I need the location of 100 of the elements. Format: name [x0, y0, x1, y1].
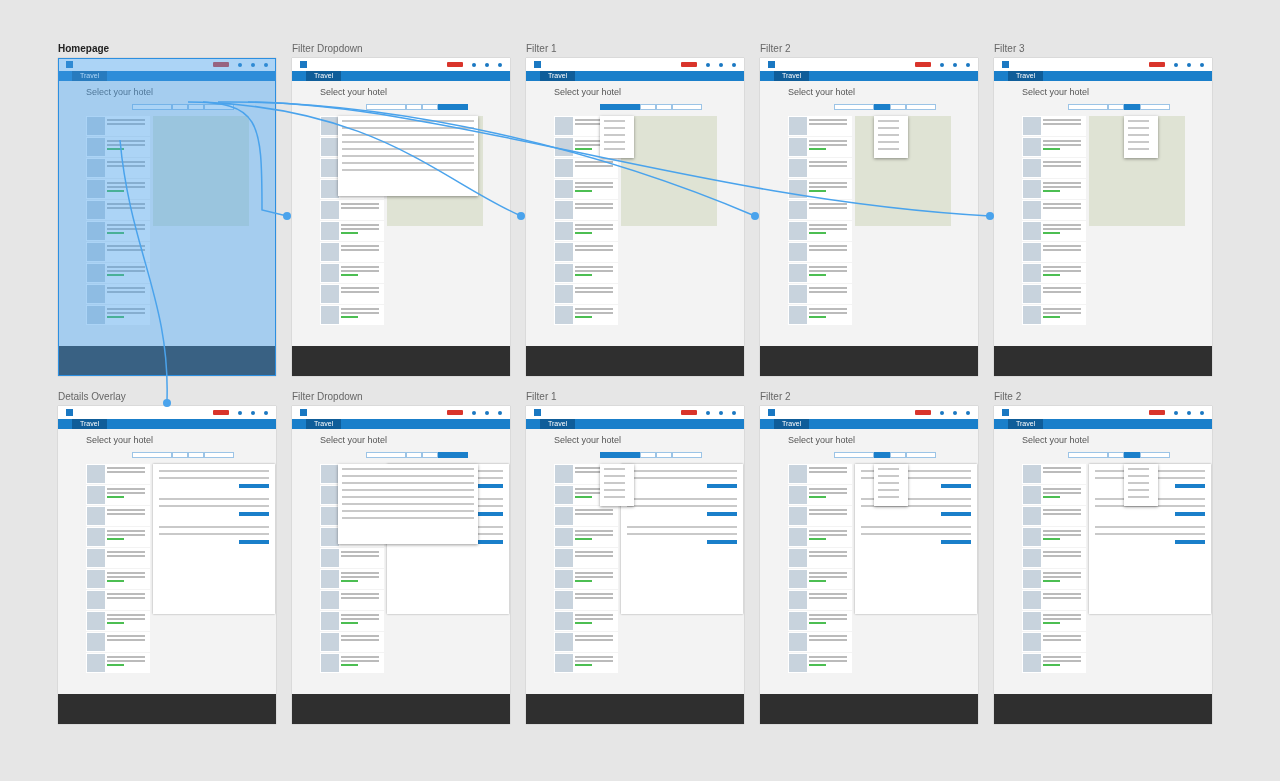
filter-button[interactable]: [874, 452, 890, 458]
hotel-card[interactable]: [86, 653, 150, 673]
hotel-card[interactable]: [86, 527, 150, 547]
filter-button[interactable]: [1108, 452, 1124, 458]
dot-icon[interactable]: [940, 410, 944, 415]
hotel-card[interactable]: [1022, 137, 1086, 157]
artboard-title[interactable]: Filte 2: [994, 390, 1212, 404]
hotel-card[interactable]: [788, 611, 852, 631]
hotel-card[interactable]: [1022, 611, 1086, 631]
dot-icon[interactable]: [966, 62, 970, 67]
filter-dropdown-panel[interactable]: [338, 116, 478, 196]
filter-button[interactable]: [640, 452, 656, 458]
hotel-card[interactable]: [86, 116, 150, 136]
hotel-card[interactable]: [554, 158, 618, 178]
artboard-title[interactable]: Details Overlay: [58, 390, 276, 404]
hotel-card[interactable]: [1022, 179, 1086, 199]
filter-button[interactable]: [672, 104, 702, 110]
hotel-card[interactable]: [1022, 590, 1086, 610]
hotel-card[interactable]: [320, 305, 384, 325]
hotel-card[interactable]: [86, 611, 150, 631]
hotel-card[interactable]: [320, 548, 384, 568]
filter-button[interactable]: [834, 104, 874, 110]
hotel-card[interactable]: [788, 569, 852, 589]
hotel-card[interactable]: [86, 590, 150, 610]
dot-icon[interactable]: [1174, 410, 1178, 415]
filter-button[interactable]: [906, 452, 936, 458]
hotel-card[interactable]: [554, 527, 618, 547]
hotel-card[interactable]: [554, 590, 618, 610]
dot-icon[interactable]: [732, 62, 736, 67]
filter-button[interactable]: [438, 452, 468, 458]
hotel-card[interactable]: [788, 242, 852, 262]
filter-menu[interactable]: [600, 464, 634, 506]
dot-icon[interactable]: [1187, 62, 1191, 67]
hotel-card[interactable]: [86, 158, 150, 178]
filter-button[interactable]: [204, 452, 234, 458]
artboard-title[interactable]: Filter 3: [994, 42, 1212, 56]
hotel-card[interactable]: [86, 548, 150, 568]
filter-button[interactable]: [890, 104, 906, 110]
filter-menu[interactable]: [600, 116, 634, 158]
artboard-title[interactable]: Filter Dropdown: [292, 42, 510, 56]
artboard-title[interactable]: Filter 1: [526, 42, 744, 56]
hotel-card[interactable]: [788, 158, 852, 178]
hotel-card[interactable]: [1022, 485, 1086, 505]
filter-button[interactable]: [172, 452, 188, 458]
hotel-card[interactable]: [788, 485, 852, 505]
filter-button[interactable]: [1108, 104, 1124, 110]
filter-button[interactable]: [132, 452, 172, 458]
hotel-card[interactable]: [1022, 221, 1086, 241]
dot-icon[interactable]: [251, 410, 255, 415]
hotel-card[interactable]: [1022, 284, 1086, 304]
hotel-card[interactable]: [554, 200, 618, 220]
hotel-card[interactable]: [86, 506, 150, 526]
hotel-card[interactable]: [320, 242, 384, 262]
filter-button[interactable]: [188, 104, 204, 110]
dot-icon[interactable]: [1187, 410, 1191, 415]
hotel-card[interactable]: [788, 464, 852, 484]
hotel-card[interactable]: [554, 221, 618, 241]
hotel-card[interactable]: [320, 611, 384, 631]
dot-icon[interactable]: [953, 410, 957, 415]
hotel-card[interactable]: [86, 485, 150, 505]
hotel-card[interactable]: [86, 464, 150, 484]
hotel-card[interactable]: [320, 653, 384, 673]
hotel-card[interactable]: [86, 221, 150, 241]
hotel-card[interactable]: [788, 179, 852, 199]
hotel-card[interactable]: [788, 590, 852, 610]
hotel-card[interactable]: [554, 632, 618, 652]
hotel-card[interactable]: [1022, 305, 1086, 325]
artboard-title[interactable]: Homepage: [58, 42, 276, 56]
filter-button[interactable]: [874, 104, 890, 110]
hotel-card[interactable]: [788, 632, 852, 652]
dot-icon[interactable]: [706, 62, 710, 67]
hotel-card[interactable]: [1022, 548, 1086, 568]
hotel-card[interactable]: [86, 263, 150, 283]
filter-button[interactable]: [600, 452, 640, 458]
filter-button[interactable]: [834, 452, 874, 458]
hotel-card[interactable]: [1022, 464, 1086, 484]
hotel-card[interactable]: [788, 305, 852, 325]
filter-button[interactable]: [1124, 452, 1140, 458]
hotel-card[interactable]: [320, 569, 384, 589]
filter-button[interactable]: [1068, 452, 1108, 458]
hotel-card[interactable]: [554, 611, 618, 631]
hotel-card[interactable]: [788, 137, 852, 157]
dot-icon[interactable]: [953, 62, 957, 67]
artboard-title[interactable]: Filter Dropdown: [292, 390, 510, 404]
hotel-card[interactable]: [788, 284, 852, 304]
dot-icon[interactable]: [238, 410, 242, 415]
hotel-card[interactable]: [788, 116, 852, 136]
hotel-card[interactable]: [788, 221, 852, 241]
filter-menu[interactable]: [874, 464, 908, 506]
filter-button[interactable]: [366, 104, 406, 110]
hotel-card[interactable]: [788, 200, 852, 220]
dot-icon[interactable]: [238, 62, 242, 67]
filter-button[interactable]: [204, 104, 234, 110]
hotel-card[interactable]: [788, 506, 852, 526]
hotel-card[interactable]: [788, 527, 852, 547]
filter-button[interactable]: [906, 104, 936, 110]
hotel-card[interactable]: [86, 242, 150, 262]
dot-icon[interactable]: [719, 62, 723, 67]
filter-button[interactable]: [1124, 104, 1140, 110]
hotel-card[interactable]: [1022, 527, 1086, 547]
